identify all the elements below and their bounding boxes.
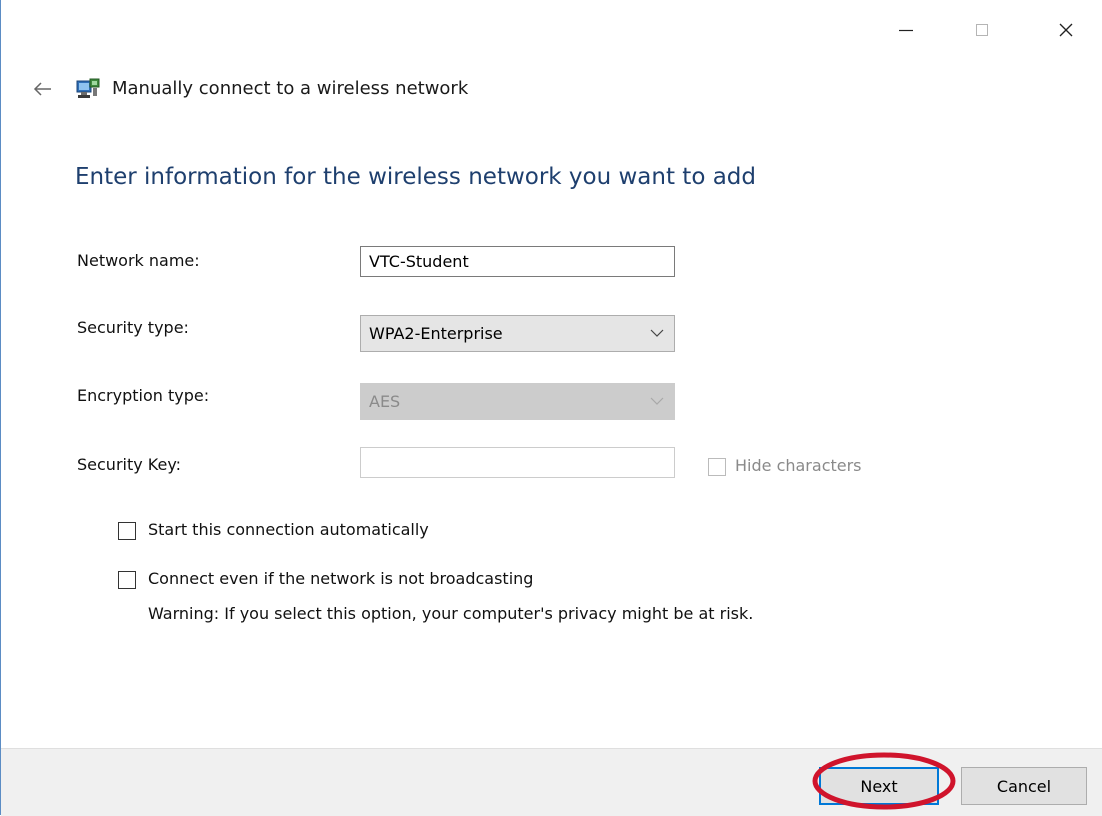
encryption-type-select[interactable]: AES bbox=[360, 383, 675, 420]
close-icon bbox=[1059, 23, 1073, 37]
minimize-icon bbox=[899, 29, 913, 32]
back-button[interactable] bbox=[31, 78, 55, 100]
hide-characters-checkbox[interactable] bbox=[708, 458, 726, 476]
minimize-button[interactable] bbox=[878, 10, 934, 50]
connect-hidden-label: Connect even if the network is not broad… bbox=[148, 569, 534, 588]
security-key-input[interactable] bbox=[360, 447, 675, 478]
page-heading: Enter information for the wireless netwo… bbox=[75, 164, 757, 190]
maximize-button[interactable] bbox=[954, 10, 1010, 50]
start-automatically-checkbox[interactable] bbox=[118, 522, 136, 540]
security-type-value: WPA2-Enterprise bbox=[369, 324, 503, 343]
security-type-label: Security type: bbox=[77, 318, 189, 337]
hide-characters-label: Hide characters bbox=[735, 456, 862, 475]
next-button[interactable]: Next bbox=[819, 767, 939, 805]
security-key-label: Security Key: bbox=[77, 455, 182, 474]
chevron-down-icon bbox=[650, 397, 664, 405]
wizard-window: Manually connect to a wireless network E… bbox=[0, 0, 1102, 816]
wizard-title: Manually connect to a wireless network bbox=[112, 78, 469, 99]
start-automatically-label: Start this connection automatically bbox=[148, 520, 429, 539]
maximize-icon bbox=[976, 24, 988, 36]
network-name-label: Network name: bbox=[77, 251, 200, 270]
security-type-select[interactable]: WPA2-Enterprise bbox=[360, 315, 675, 352]
privacy-warning: Warning: If you select this option, your… bbox=[148, 604, 754, 623]
chevron-down-icon bbox=[650, 329, 664, 337]
close-button[interactable] bbox=[1038, 10, 1094, 50]
connect-hidden-checkbox[interactable] bbox=[118, 571, 136, 589]
cancel-button[interactable]: Cancel bbox=[961, 767, 1087, 805]
network-name-input[interactable]: VTC-Student bbox=[360, 246, 675, 277]
back-arrow-icon bbox=[33, 82, 51, 96]
network-icon bbox=[75, 78, 101, 102]
encryption-type-value: AES bbox=[369, 392, 401, 411]
encryption-type-label: Encryption type: bbox=[77, 386, 210, 405]
